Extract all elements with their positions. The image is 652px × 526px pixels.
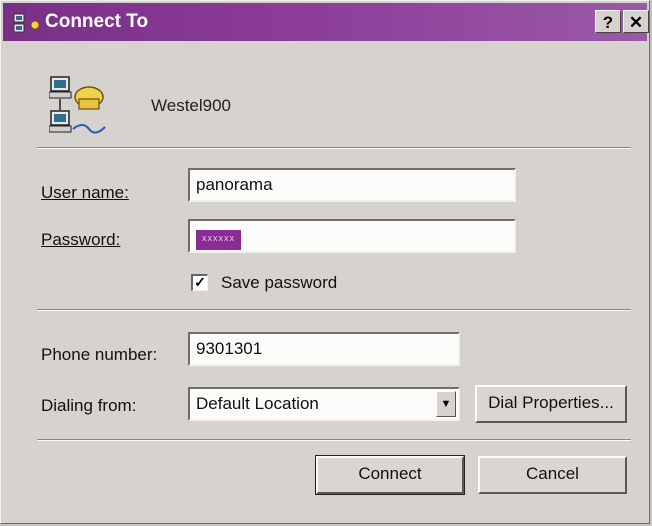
cancel-button[interactable]: Cancel <box>478 456 627 494</box>
separator <box>37 309 631 311</box>
user-name-label: User name: <box>41 183 129 203</box>
close-button[interactable]: ✕ <box>623 10 649 33</box>
dialing-from-value: Default Location <box>196 394 319 413</box>
user-name-label-text: User name: <box>41 183 129 202</box>
phone-number-field[interactable]: 9301301 <box>188 332 460 366</box>
connect-button[interactable]: Connect <box>315 455 465 495</box>
save-password-label[interactable]: Save password <box>221 273 337 293</box>
separator <box>37 147 631 149</box>
phone-number-value: 9301301 <box>196 339 263 358</box>
password-field[interactable]: xxxxxx <box>188 219 516 253</box>
chevron-down-icon[interactable]: ▼ <box>436 391 456 417</box>
title-bar[interactable]: Connect To ? ✕ <box>3 3 649 41</box>
connection-name: Westel900 <box>151 96 232 115</box>
user-name-value: panorama <box>196 175 273 194</box>
help-button[interactable]: ? <box>595 10 621 33</box>
password-label: Password: <box>41 230 120 250</box>
dialing-from-label: Dialing from: <box>41 396 137 415</box>
connection-computers-icon <box>49 76 106 134</box>
password-label-text: Password: <box>41 230 121 249</box>
password-mask: xxxxxx <box>196 230 241 250</box>
user-name-field[interactable]: panorama <box>188 168 516 202</box>
dial-properties-button[interactable]: Dial Properties... <box>475 385 627 423</box>
window-title: Connect To <box>45 11 149 32</box>
dialing-from-dropdown[interactable]: Default Location ▼ <box>188 387 460 421</box>
phone-number-label: Phone number: <box>41 345 158 364</box>
connect-to-dialog: Connect To ? ✕ Westel900 User name: pano… <box>0 0 650 524</box>
save-password-checkbox[interactable]: ✓ <box>191 274 208 291</box>
dial-up-connection-icon <box>13 13 40 33</box>
separator <box>37 439 631 441</box>
